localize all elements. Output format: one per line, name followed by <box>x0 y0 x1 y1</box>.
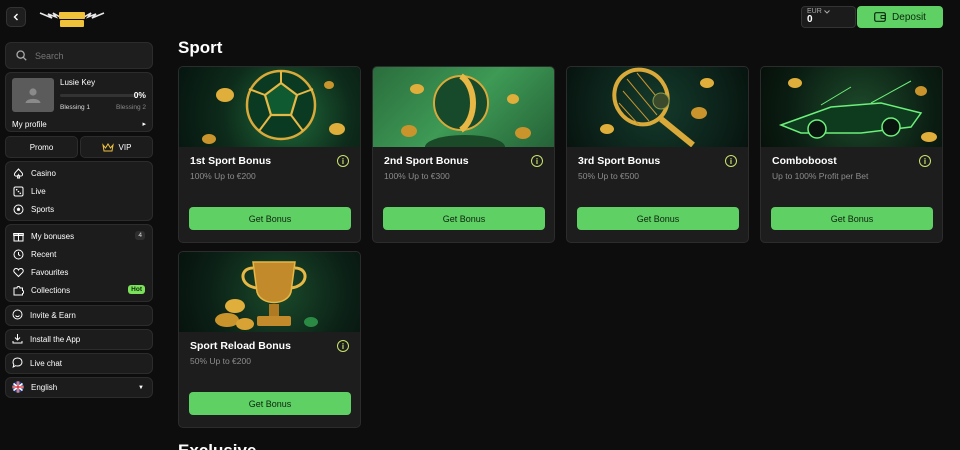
nav-live[interactable]: Live <box>6 182 152 200</box>
card-title: 2nd Sport Bonus <box>384 155 469 167</box>
nav-my-bonuses[interactable]: My bonuses 4 <box>6 227 152 245</box>
caret-right-icon: ▸ <box>142 121 146 128</box>
smile-icon <box>12 309 23 322</box>
card-title: 1st Sport Bonus <box>190 155 272 167</box>
card-subtitle: 100% Up to €300 <box>384 171 450 181</box>
bonus-card: Comboboost i Up to 100% Profit per Bet G… <box>760 66 943 243</box>
language-label: English <box>31 383 58 392</box>
install-app-button[interactable]: Install the App <box>5 329 153 350</box>
bonus-card: 1st Sport Bonus i 100% Up to €200 Get Bo… <box>178 66 361 243</box>
deposit-button[interactable]: Deposit <box>857 6 943 28</box>
page-title: Sport <box>178 38 223 57</box>
get-bonus-button[interactable]: Get Bonus <box>189 207 351 230</box>
sidebar: Lusie Key 0% Blessing 1 Blessing 2 My pr… <box>5 42 153 398</box>
live-chat-label: Live chat <box>30 359 63 368</box>
ball-icon <box>12 203 24 215</box>
invite-label: Invite & Earn <box>30 311 76 320</box>
nav-label: Sports <box>31 204 55 214</box>
soccer-ball-image <box>179 67 360 147</box>
back-button[interactable] <box>6 7 26 27</box>
info-icon[interactable]: i <box>337 340 349 352</box>
promo-vip-row: Promo VIP <box>5 136 153 158</box>
card-title: Comboboost <box>772 155 837 167</box>
bonus-card: 3rd Sport Bonus i 50% Up to €500 Get Bon… <box>566 66 749 243</box>
nav-label: My bonuses <box>31 231 75 241</box>
main-nav: Casino Live Sports <box>5 161 153 221</box>
trophy-image <box>179 252 360 332</box>
wallet-icon <box>874 12 886 22</box>
progress-percent: 0% <box>133 90 146 100</box>
nav-collections[interactable]: Collections Hot <box>6 281 152 299</box>
personal-nav: My bonuses 4 Recent Favourites Collectio… <box>5 224 153 302</box>
search-icon <box>16 50 27 61</box>
caret-down-icon: ▼ <box>138 384 144 391</box>
spade-icon <box>12 167 24 179</box>
info-icon[interactable]: i <box>919 155 931 167</box>
current-level: Blessing 1 <box>60 104 90 111</box>
holy-luck-logo[interactable] <box>38 9 106 29</box>
promo-label: Promo <box>29 142 54 152</box>
get-bonus-button[interactable]: Get Bonus <box>189 392 351 415</box>
nav-label: Casino <box>31 168 56 178</box>
nav-label: Live <box>31 186 46 196</box>
language-selector[interactable]: English ▼ <box>5 377 153 398</box>
nav-favourites[interactable]: Favourites <box>6 263 152 281</box>
nav-label: Favourites <box>31 267 69 277</box>
bonus-card: Sport Reload Bonus i 50% Up to €200 Get … <box>178 251 361 428</box>
dice-icon <box>12 185 24 197</box>
get-bonus-button[interactable]: Get Bonus <box>771 207 933 230</box>
invite-earn-button[interactable]: Invite & Earn <box>5 305 153 326</box>
nav-label: Collections <box>31 285 71 295</box>
section-heading: Exclusive <box>178 441 256 450</box>
card-title: Sport Reload Bonus <box>190 340 291 352</box>
balance-selector[interactable]: EUR 0 <box>801 6 856 28</box>
card-subtitle: 50% Up to €200 <box>190 356 251 366</box>
get-bonus-button[interactable]: Get Bonus <box>383 207 545 230</box>
puzzle-icon <box>12 284 24 296</box>
rugby-ball-image <box>373 67 554 147</box>
card-subtitle: Up to 100% Profit per Bet <box>772 171 869 181</box>
nav-recent[interactable]: Recent <box>6 245 152 263</box>
info-icon[interactable]: i <box>531 155 543 167</box>
vip-button[interactable]: VIP <box>80 136 153 158</box>
chevron-down-icon <box>823 9 830 14</box>
uk-flag-icon <box>12 380 24 395</box>
get-bonus-button[interactable]: Get Bonus <box>577 207 739 230</box>
balance-amount: 0 <box>807 14 813 25</box>
my-profile-link[interactable]: My profile <box>12 120 47 129</box>
deposit-label: Deposit <box>892 11 926 23</box>
info-icon[interactable]: i <box>337 155 349 167</box>
profile-card[interactable]: Lusie Key 0% Blessing 1 Blessing 2 My pr… <box>5 72 153 132</box>
nav-casino[interactable]: Casino <box>6 164 152 182</box>
card-subtitle: 100% Up to €200 <box>190 171 256 181</box>
live-chat-button[interactable]: Live chat <box>5 353 153 374</box>
next-level: Blessing 2 <box>116 104 146 111</box>
vip-label: VIP <box>118 142 132 152</box>
avatar <box>12 78 54 112</box>
tennis-racket-image <box>567 67 748 147</box>
race-car-image <box>761 67 942 147</box>
chat-bubble-icon <box>12 357 23 370</box>
crown-icon <box>101 142 114 151</box>
progress-bar <box>60 94 136 97</box>
promo-button[interactable]: Promo <box>5 136 78 158</box>
hot-badge: Hot <box>128 285 145 294</box>
user-name: Lusie Key <box>60 78 96 87</box>
nav-sports[interactable]: Sports <box>6 200 152 218</box>
nav-label: Recent <box>31 249 57 259</box>
bonus-count-badge: 4 <box>135 231 145 240</box>
card-subtitle: 50% Up to €500 <box>578 171 639 181</box>
heart-icon <box>12 266 24 278</box>
user-icon <box>25 88 41 103</box>
card-title: 3rd Sport Bonus <box>578 155 661 167</box>
gift-icon <box>12 230 24 242</box>
install-label: Install the App <box>30 335 81 344</box>
search-input[interactable] <box>35 50 135 61</box>
bonus-card: 2nd Sport Bonus i 100% Up to €300 Get Bo… <box>372 66 555 243</box>
download-icon <box>12 333 23 346</box>
chevron-left-icon <box>13 13 18 21</box>
clock-icon <box>12 248 24 260</box>
info-icon[interactable]: i <box>725 155 737 167</box>
search-box[interactable] <box>5 42 153 69</box>
